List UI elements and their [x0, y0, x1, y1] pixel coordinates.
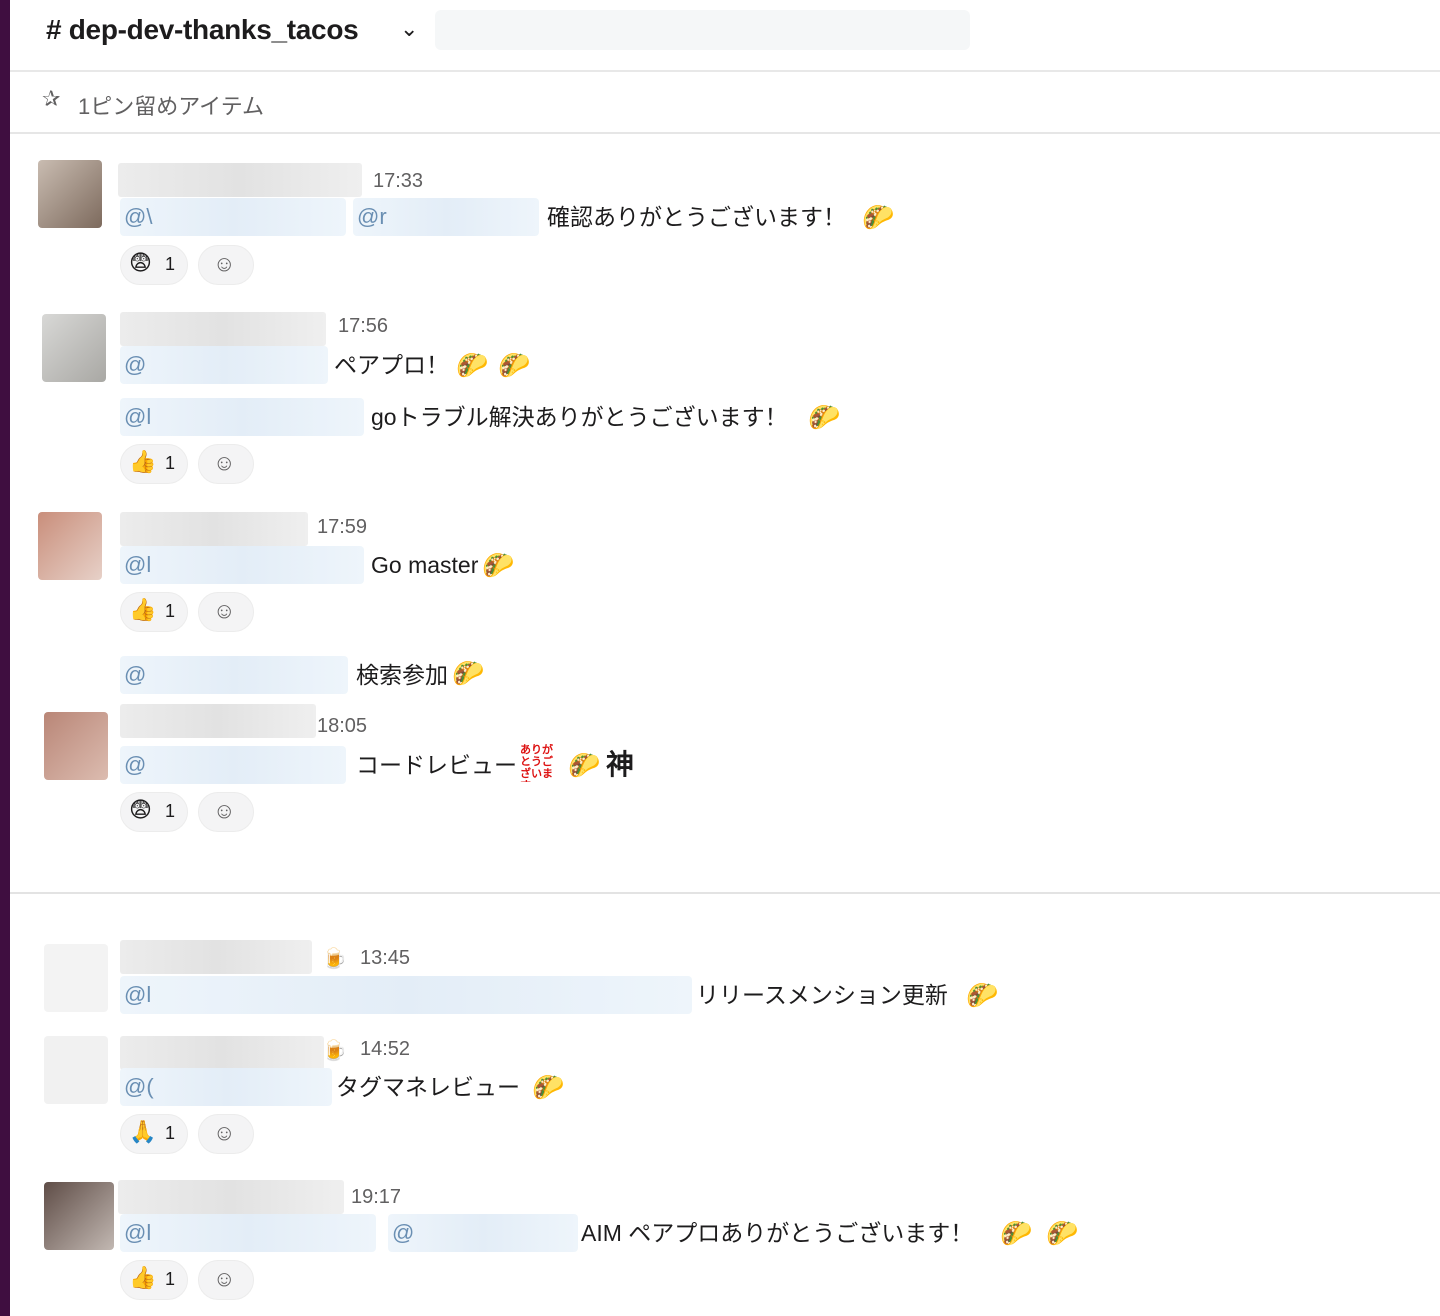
add-reaction-button[interactable]: ☺ — [198, 592, 254, 632]
add-reaction-button[interactable]: ☺ — [198, 245, 254, 285]
reaction-count: 1 — [165, 801, 176, 821]
channel-name[interactable]: # dep-dev-thanks_tacos — [46, 14, 359, 46]
user-mention[interactable]: @ — [120, 346, 328, 384]
sender-name[interactable] — [120, 312, 326, 346]
user-mention[interactable]: @ — [388, 1214, 578, 1252]
reaction-pill[interactable]: 😨 1 — [120, 792, 188, 832]
add-reaction-button[interactable]: ☺ — [198, 1260, 254, 1300]
user-mention[interactable]: @l — [120, 546, 364, 584]
timestamp[interactable]: 13:45 — [360, 947, 410, 970]
message-text: 確認ありがとうございます！ — [547, 204, 846, 230]
add-reaction-button[interactable]: ☺ — [198, 444, 254, 484]
message-text-extra: 神 — [606, 749, 635, 780]
thanks-stamp-emoji: ありがとうございます — [520, 744, 553, 782]
add-reaction-button[interactable]: ☺ — [198, 792, 254, 832]
beer-emoji: 🍺 — [322, 1040, 347, 1062]
thumbs-up-icon: 👍 — [129, 597, 157, 622]
add-reaction-icon: ☺ — [213, 1266, 236, 1291]
reaction-count: 1 — [165, 1123, 176, 1143]
thumbs-up-icon: 👍 — [129, 449, 157, 474]
pin-icon: ✰ — [42, 86, 61, 111]
message-text: goトラブル解決ありがとうございます！ — [371, 404, 788, 430]
pinned-items-bar[interactable]: ✰ 1ピン留めアイテム — [10, 72, 1440, 134]
add-reaction-icon: ☺ — [213, 798, 236, 823]
timestamp[interactable]: 14:52 — [360, 1038, 410, 1061]
workspace-sidebar-edge — [0, 0, 10, 1316]
message-text: タグマネレビュー — [336, 1074, 520, 1100]
reaction-pill[interactable]: 👍 1 — [120, 592, 188, 632]
timestamp[interactable]: 18:05 — [317, 715, 367, 738]
message-text: Go master — [371, 552, 479, 578]
sender-name[interactable] — [120, 1036, 324, 1070]
channel-topic — [435, 10, 970, 50]
reaction-pill[interactable]: 🙏 1 — [120, 1114, 188, 1154]
message-text: 検索参加 — [356, 662, 448, 688]
chevron-down-icon[interactable]: ⌄ — [400, 16, 418, 42]
folded-hands-icon: 🙏 — [129, 1119, 157, 1144]
add-reaction-icon: ☺ — [213, 251, 236, 276]
beer-emoji: 🍺 — [322, 948, 347, 970]
timestamp[interactable]: 17:56 — [338, 315, 388, 338]
sender-name[interactable] — [120, 704, 316, 738]
add-reaction-icon: ☺ — [213, 1120, 236, 1145]
user-mention[interactable]: @ — [120, 656, 348, 694]
reaction-pill[interactable]: 😨 1 — [120, 245, 188, 285]
user-mention[interactable]: @l — [120, 1214, 376, 1252]
timestamp[interactable]: 17:59 — [317, 516, 367, 539]
avatar[interactable] — [38, 160, 102, 228]
avatar[interactable] — [38, 512, 102, 580]
add-reaction-button[interactable]: ☺ — [198, 1114, 254, 1154]
user-mention[interactable]: @\ — [120, 198, 346, 236]
taco-emoji: 🌮 — [482, 550, 515, 580]
user-mention[interactable]: @ — [120, 746, 346, 784]
sender-name[interactable] — [118, 163, 362, 197]
taco-emoji: 🌮 — [1000, 1218, 1033, 1248]
taco-emoji: 🌮 — [966, 980, 999, 1010]
taco-emoji: 🌮 — [808, 402, 841, 432]
taco-emoji: 🌮 — [456, 350, 489, 380]
user-mention[interactable]: @l — [120, 976, 692, 1014]
avatar[interactable] — [44, 1036, 108, 1104]
user-mention[interactable]: @l — [120, 398, 364, 436]
fearful-face-icon: 😨 — [129, 250, 152, 275]
message-text: コードレビュー — [356, 752, 517, 778]
avatar[interactable] — [44, 712, 108, 780]
sender-name[interactable] — [118, 1180, 344, 1214]
taco-emoji: 🌮 — [568, 750, 601, 780]
sender-name[interactable] — [120, 940, 312, 974]
user-mention[interactable]: @( — [120, 1068, 332, 1106]
fearful-face-icon: 😨 — [129, 797, 152, 822]
avatar[interactable] — [44, 944, 108, 1012]
taco-emoji: 🌮 — [532, 1072, 565, 1102]
timestamp[interactable]: 17:33 — [373, 170, 423, 193]
thumbs-up-icon: 👍 — [129, 1265, 157, 1290]
sender-name[interactable] — [120, 512, 308, 546]
message-text: リリースメンション更新 — [696, 982, 948, 1008]
reaction-count: 1 — [165, 601, 176, 621]
taco-emoji: 🌮 — [452, 658, 485, 688]
user-mention[interactable]: @r — [353, 198, 539, 236]
day-divider — [10, 892, 1440, 894]
pinned-items-label[interactable]: 1ピン留めアイテム — [78, 89, 264, 121]
channel-header: # dep-dev-thanks_tacos ⌄ — [10, 0, 1440, 72]
avatar[interactable] — [42, 314, 106, 382]
message-text: AIM ペアプロありがとうございます！ — [581, 1220, 974, 1246]
timestamp[interactable]: 19:17 — [351, 1186, 401, 1209]
add-reaction-icon: ☺ — [213, 450, 236, 475]
reaction-pill[interactable]: 👍 1 — [120, 444, 188, 484]
add-reaction-icon: ☺ — [213, 598, 236, 623]
message-text: ペアプロ！ — [334, 352, 449, 378]
taco-emoji: 🌮 — [1046, 1218, 1079, 1248]
reaction-count: 1 — [165, 453, 176, 473]
taco-emoji: 🌮 — [498, 350, 531, 380]
avatar[interactable] — [44, 1182, 114, 1250]
reaction-count: 1 — [165, 254, 176, 274]
reaction-pill[interactable]: 👍 1 — [120, 1260, 188, 1300]
taco-emoji: 🌮 — [862, 202, 895, 232]
reaction-count: 1 — [165, 1269, 176, 1289]
